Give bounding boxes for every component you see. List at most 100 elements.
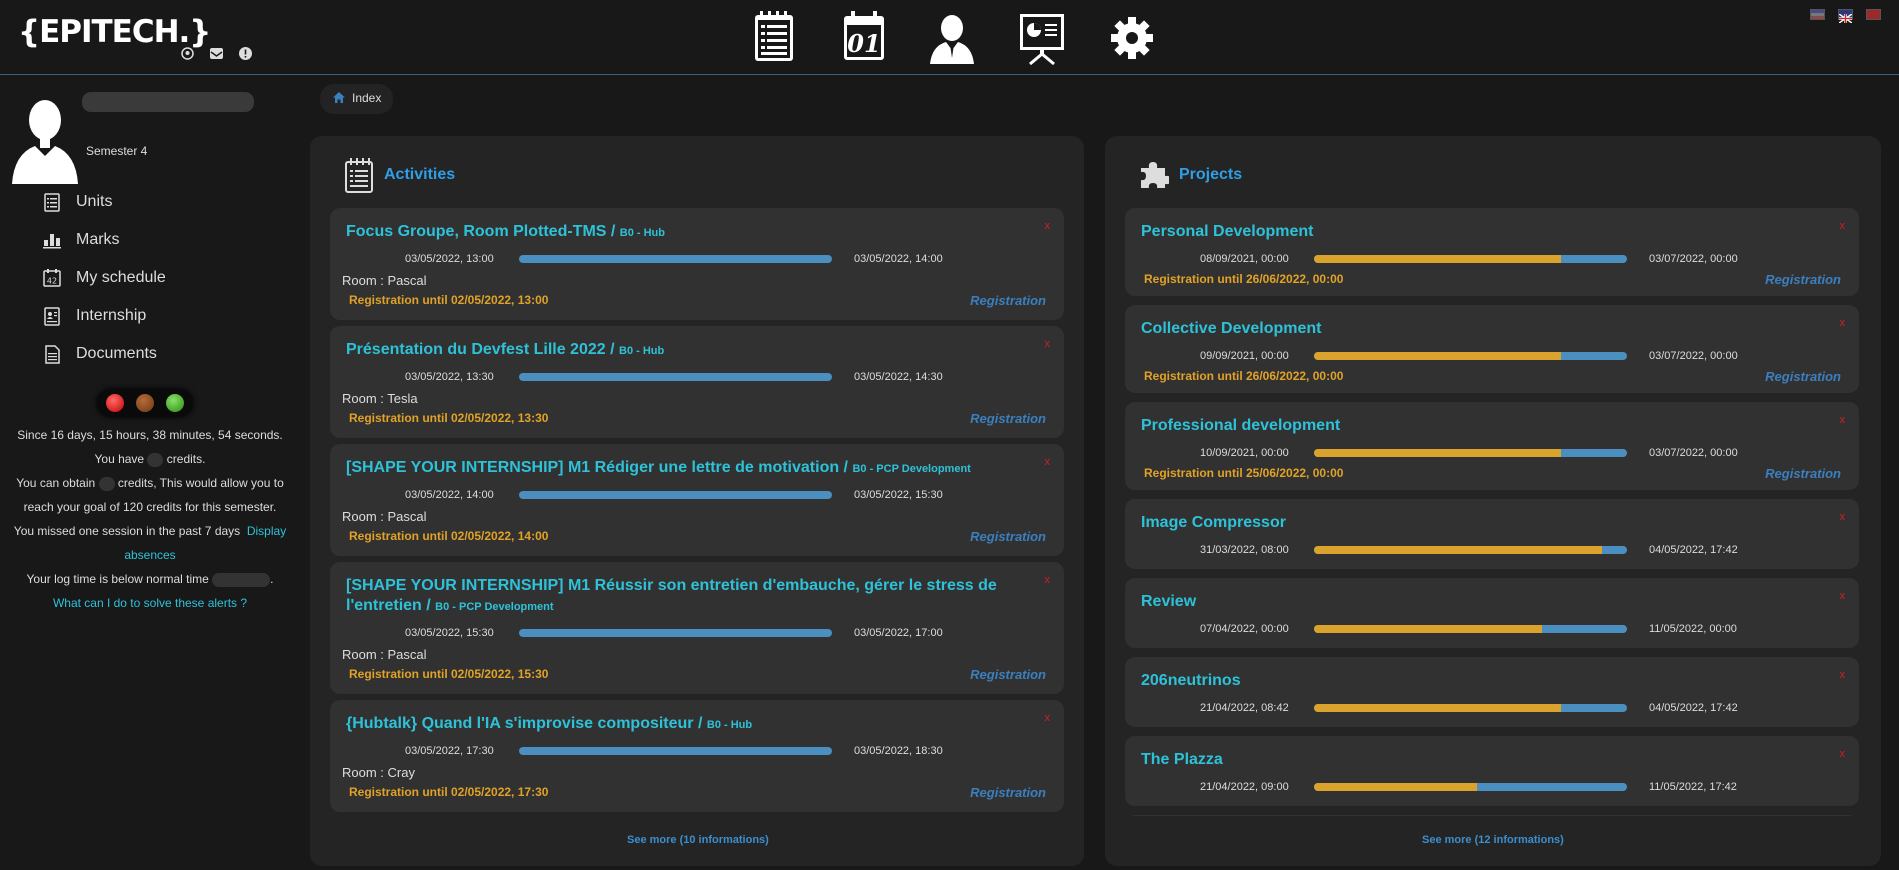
activity-registration-deadline: Registration until 02/05/2022, 13:30 <box>349 411 549 425</box>
nav-planning-icon[interactable] <box>744 8 804 68</box>
alert-logtime-text: Your log time is below normal time <box>26 572 209 586</box>
units-icon <box>42 192 62 212</box>
activity-title[interactable]: Focus Groupe, Room Plotted-TMS / B0 - Hu… <box>346 222 1026 243</box>
activity-card[interactable]: [SHAPE YOUR INTERNSHIP] M1 Rédiger une l… <box>330 444 1064 556</box>
solve-alerts-link[interactable]: What can I do to solve these alerts ? <box>53 596 247 610</box>
activity-title[interactable]: [SHAPE YOUR INTERNSHIP] M1 Réussir son e… <box>346 576 1026 617</box>
avatar[interactable] <box>10 94 80 184</box>
activity-room: Room : Cray <box>342 765 415 780</box>
activity-title[interactable]: {Hubtalk} Quand l'IA s'improvise composi… <box>346 714 1026 735</box>
close-icon[interactable]: x <box>1840 669 1846 681</box>
alert-missed: You missed one session in the past 7 day… <box>8 519 292 567</box>
close-icon[interactable]: x <box>1045 456 1051 468</box>
project-card[interactable]: Collective Development x 09/09/2021, 00:… <box>1125 305 1859 393</box>
project-progress-bar <box>1314 255 1627 263</box>
project-end: 11/05/2022, 00:00 <box>1649 623 1737 635</box>
project-card[interactable]: Professional development x 10/09/2021, 0… <box>1125 402 1859 490</box>
project-title[interactable]: Collective Development <box>1141 319 1322 339</box>
activity-title[interactable]: Présentation du Devfest Lille 2022 / B0 … <box>346 340 1026 361</box>
menu-item-label: Units <box>76 193 113 210</box>
top-bar: {EPITECH.} 01 <box>0 0 1899 75</box>
project-start: 31/03/2022, 08:00 <box>1200 544 1289 556</box>
project-progress-fill <box>1314 352 1562 360</box>
activity-card[interactable]: {Hubtalk} Quand l'IA s'improvise composi… <box>330 700 1064 812</box>
internship-icon <box>42 306 62 326</box>
project-title[interactable]: 206neutrinos <box>1141 671 1241 691</box>
flag-french-icon[interactable] <box>1810 9 1825 20</box>
close-icon[interactable]: x <box>1840 511 1846 523</box>
marks-icon <box>42 230 62 250</box>
registration-button[interactable]: Registration <box>1765 466 1841 481</box>
alert-obtain-pre: You can obtain <box>16 476 96 490</box>
project-card[interactable] <box>1125 815 1859 816</box>
activity-card[interactable]: Focus Groupe, Room Plotted-TMS / B0 - Hu… <box>330 208 1064 320</box>
registration-button[interactable]: Registration <box>970 667 1046 682</box>
registration-button[interactable]: Registration <box>1765 369 1841 384</box>
mail-icon[interactable] <box>210 48 223 59</box>
nav-profile-icon[interactable] <box>922 8 982 68</box>
close-icon[interactable]: x <box>1840 590 1846 602</box>
close-icon[interactable]: x <box>1045 338 1051 350</box>
project-card[interactable]: Personal Development x 08/09/2021, 00:00… <box>1125 208 1859 296</box>
absences-link[interactable]: absences <box>124 548 175 562</box>
menu-item-label: Internship <box>76 307 147 324</box>
close-icon[interactable]: x <box>1840 220 1846 232</box>
nav-settings-icon[interactable] <box>1102 8 1162 68</box>
flag-chinese-icon[interactable] <box>1866 9 1881 20</box>
registration-button[interactable]: Registration <box>1765 272 1841 287</box>
menu-item-marks[interactable]: Marks <box>42 230 120 250</box>
alert-icon[interactable] <box>239 47 252 60</box>
close-icon[interactable]: x <box>1840 317 1846 329</box>
display-absences-link[interactable]: Display <box>247 524 286 538</box>
project-progress-bar <box>1314 625 1627 633</box>
activity-end: 03/05/2022, 15:30 <box>854 489 943 501</box>
project-progress-fill <box>1314 625 1543 633</box>
green-light-icon <box>166 394 184 412</box>
activity-title-text: [SHAPE YOUR INTERNSHIP] M1 Rédiger une l… <box>346 459 840 476</box>
close-icon[interactable]: x <box>1045 220 1051 232</box>
nav-calendar-icon[interactable]: 01 <box>834 8 894 68</box>
activity-registration-deadline: Registration until 02/05/2022, 13:00 <box>349 293 549 307</box>
activity-title[interactable]: [SHAPE YOUR INTERNSHIP] M1 Rédiger une l… <box>346 458 1026 479</box>
project-card[interactable]: Review x 07/04/2022, 00:00 11/05/2022, 0… <box>1125 578 1859 648</box>
menu-item-schedule[interactable]: 42 My schedule <box>42 268 166 288</box>
project-card[interactable]: The Plazza x 21/04/2022, 09:00 11/05/202… <box>1125 736 1859 806</box>
close-icon[interactable]: x <box>1045 712 1051 724</box>
epitech-logo[interactable]: {EPITECH.} <box>18 14 211 50</box>
registration-button[interactable]: Registration <box>970 293 1046 308</box>
logtime-placeholder <box>212 572 271 587</box>
registration-button[interactable]: Registration <box>970 411 1046 426</box>
close-icon[interactable]: x <box>1045 574 1051 586</box>
alert-credits-pre: You have <box>94 452 145 466</box>
project-end: 03/07/2022, 00:00 <box>1649 447 1738 459</box>
menu-item-units[interactable]: Units <box>42 192 112 212</box>
close-icon[interactable]: x <box>1840 414 1846 426</box>
activity-card[interactable]: [SHAPE YOUR INTERNSHIP] M1 Réussir son e… <box>330 562 1064 694</box>
alert-traffic-light <box>97 389 193 417</box>
breadcrumb[interactable]: Index <box>320 84 394 114</box>
close-icon[interactable]: x <box>1840 748 1846 760</box>
project-progress-fill <box>1314 255 1562 263</box>
flag-english-icon[interactable] <box>1838 9 1853 24</box>
projects-see-more-link[interactable]: See more (12 informations) <box>1422 834 1564 846</box>
project-title[interactable]: Review <box>1141 592 1196 612</box>
menu-item-internship[interactable]: Internship <box>42 306 146 326</box>
project-card[interactable]: Image Compressor x 31/03/2022, 08:00 04/… <box>1125 499 1859 569</box>
activity-module: B0 - PCP Development <box>852 463 971 475</box>
activity-card[interactable]: Présentation du Devfest Lille 2022 / B0 … <box>330 326 1064 438</box>
breadcrumb-index: Index <box>352 91 382 105</box>
project-title[interactable]: Professional development <box>1141 416 1340 436</box>
project-title[interactable]: Personal Development <box>1141 222 1314 242</box>
menu-item-documents[interactable]: Documents <box>42 344 157 364</box>
project-title[interactable]: Image Compressor <box>1141 513 1286 533</box>
registration-button[interactable]: Registration <box>970 529 1046 544</box>
project-start: 07/04/2022, 00:00 <box>1200 623 1289 635</box>
project-progress-bar <box>1314 449 1627 457</box>
activities-see-more-link[interactable]: See more (10 informations) <box>627 834 769 846</box>
registration-button[interactable]: Registration <box>970 785 1046 800</box>
location-icon[interactable] <box>181 47 194 60</box>
project-title[interactable]: The Plazza <box>1141 750 1223 770</box>
activity-progress-bar <box>519 491 832 499</box>
project-card[interactable]: 206neutrinos x 21/04/2022, 08:42 04/05/2… <box>1125 657 1859 727</box>
nav-presentation-icon[interactable] <box>1012 8 1072 68</box>
